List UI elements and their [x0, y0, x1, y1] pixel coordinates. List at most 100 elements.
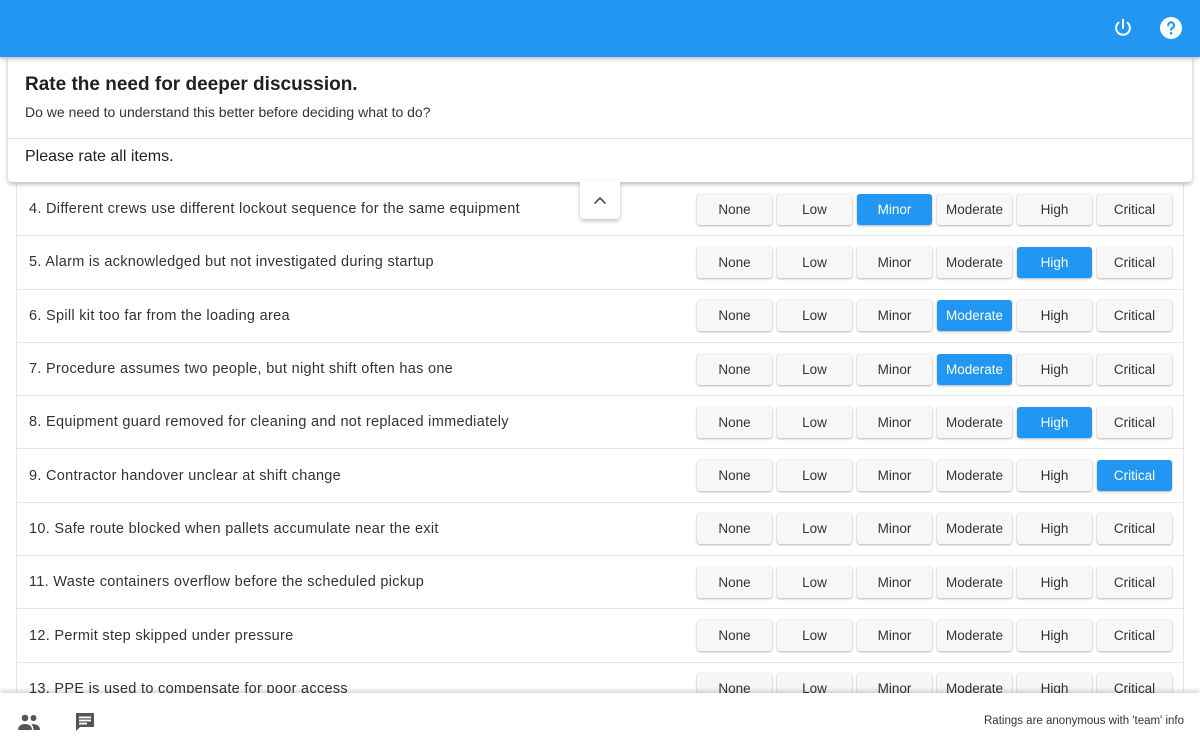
- list-item: 11. Waste containers overflow before the…: [16, 556, 1184, 610]
- rating-option-critical[interactable]: Critical: [1097, 566, 1172, 598]
- rating-option-high[interactable]: High: [1017, 300, 1092, 332]
- list-item: 6. Spill kit too far from the loading ar…: [16, 289, 1184, 343]
- rating-option-minor[interactable]: Minor: [857, 620, 932, 652]
- team-icon[interactable]: [16, 710, 42, 734]
- list-item: 7. Procedure assumes two people, but nig…: [16, 342, 1184, 397]
- rating-options: None Low Minor Moderate High Critical: [697, 300, 1172, 332]
- list-item: 12. Permit step skipped under pressure No…: [16, 609, 1184, 663]
- item-label: 11. Waste containers overflow before the…: [29, 574, 425, 591]
- rating-option-high[interactable]: High: [1017, 193, 1092, 225]
- rating-option-minor[interactable]: Minor: [857, 246, 932, 278]
- rating-option-low[interactable]: Low: [777, 300, 852, 332]
- rating-options: None Low Minor Moderate High Critical: [697, 566, 1172, 598]
- rating-option-low[interactable]: Low: [777, 460, 852, 492]
- rating-options: None Low Minor Moderate High Critical: [697, 406, 1172, 438]
- rating-option-low[interactable]: Low: [777, 566, 852, 598]
- divider: [8, 138, 1192, 139]
- app-bar: [0, 0, 1200, 57]
- rating-option-critical[interactable]: Critical: [1097, 246, 1172, 278]
- rating-list: 4. Different crews use different lockout…: [16, 183, 1184, 693]
- rating-option-moderate[interactable]: Moderate: [937, 246, 1012, 278]
- rating-option-moderate[interactable]: Moderate: [937, 193, 1012, 225]
- item-label: 10. Safe route blocked when pallets accu…: [29, 520, 439, 537]
- item-label: 5. Alarm is acknowledged but not investi…: [29, 254, 434, 271]
- anonymity-note: Ratings are anonymous with 'team' info: [984, 715, 1184, 727]
- rating-option-high[interactable]: High: [1017, 460, 1092, 492]
- rating-option-high[interactable]: High: [1017, 620, 1092, 652]
- rating-option-moderate[interactable]: Moderate: [937, 620, 1012, 652]
- rating-option-none[interactable]: None: [697, 246, 772, 278]
- rating-option-low[interactable]: Low: [777, 673, 852, 693]
- rating-option-minor[interactable]: Minor: [857, 513, 932, 545]
- rating-option-critical[interactable]: Critical: [1097, 460, 1172, 492]
- rating-option-moderate[interactable]: Moderate: [937, 673, 1012, 693]
- rating-options: None Low Minor Moderate High Critical: [697, 460, 1172, 492]
- rating-option-moderate[interactable]: Moderate: [937, 566, 1012, 598]
- chat-icon[interactable]: [72, 710, 98, 734]
- list-item: 8. Equipment guard removed for cleaning …: [16, 396, 1184, 450]
- rating-option-high[interactable]: High: [1017, 406, 1092, 438]
- list-item: 5. Alarm is acknowledged but not investi…: [16, 236, 1184, 290]
- item-label: 9. Contractor handover unclear at shift …: [29, 467, 342, 484]
- rating-option-critical[interactable]: Critical: [1097, 673, 1172, 693]
- rating-option-critical[interactable]: Critical: [1097, 406, 1172, 438]
- rating-option-high[interactable]: High: [1017, 353, 1092, 385]
- rating-option-minor[interactable]: Minor: [857, 673, 932, 693]
- rating-option-high[interactable]: High: [1017, 246, 1092, 278]
- rating-option-critical[interactable]: Critical: [1097, 300, 1172, 332]
- rating-options: None Low Minor Moderate High Critical: [697, 673, 1172, 693]
- page-subtitle: Do we need to understand this better bef…: [25, 104, 431, 120]
- rating-option-high[interactable]: High: [1017, 513, 1092, 545]
- list-item: 13. PPE is used to compensate for poor a…: [16, 662, 1184, 693]
- rating-option-minor[interactable]: Minor: [857, 460, 932, 492]
- instruction-card: Rate the need for deeper discussion. Do …: [8, 57, 1192, 182]
- rating-option-none[interactable]: None: [697, 673, 772, 693]
- rating-option-none[interactable]: None: [697, 406, 772, 438]
- rating-option-low[interactable]: Low: [777, 193, 852, 225]
- rating-option-none[interactable]: None: [697, 620, 772, 652]
- rating-options: None Low Minor Moderate High Critical: [697, 193, 1172, 225]
- rate-all-notice: Please rate all items.: [25, 148, 174, 165]
- list-item: 9. Contractor handover unclear at shift …: [16, 449, 1184, 503]
- rating-options: None Low Minor Moderate High Critical: [697, 353, 1172, 385]
- rating-option-minor[interactable]: Minor: [857, 406, 932, 438]
- rating-option-minor[interactable]: Minor: [857, 566, 932, 598]
- rating-option-critical[interactable]: Critical: [1097, 353, 1172, 385]
- rating-option-none[interactable]: None: [697, 566, 772, 598]
- item-label: 8. Equipment guard removed for cleaning …: [29, 414, 509, 431]
- rating-option-low[interactable]: Low: [777, 620, 852, 652]
- rating-option-low[interactable]: Low: [777, 246, 852, 278]
- chevron-up-icon: [593, 192, 607, 210]
- rating-options: None Low Minor Moderate High Critical: [697, 620, 1172, 652]
- item-label: 12. Permit step skipped under pressure: [29, 627, 294, 644]
- rating-option-none[interactable]: None: [697, 460, 772, 492]
- collapse-header-button[interactable]: [580, 182, 620, 219]
- rating-option-moderate[interactable]: Moderate: [937, 406, 1012, 438]
- rating-option-none[interactable]: None: [697, 353, 772, 385]
- rating-option-moderate[interactable]: Moderate: [937, 460, 1012, 492]
- rating-option-none[interactable]: None: [697, 193, 772, 225]
- help-icon[interactable]: [1157, 14, 1185, 42]
- rating-options: None Low Minor Moderate High Critical: [697, 513, 1172, 545]
- rating-option-none[interactable]: None: [697, 300, 772, 332]
- rating-option-none[interactable]: None: [697, 513, 772, 545]
- rating-option-critical[interactable]: Critical: [1097, 513, 1172, 545]
- rating-option-high[interactable]: High: [1017, 566, 1092, 598]
- rating-option-low[interactable]: Low: [777, 353, 852, 385]
- rating-option-moderate[interactable]: Moderate: [937, 353, 1012, 385]
- rating-option-low[interactable]: Low: [777, 513, 852, 545]
- rating-option-minor[interactable]: Minor: [857, 300, 932, 332]
- rating-option-minor[interactable]: Minor: [857, 353, 932, 385]
- list-item: 10. Safe route blocked when pallets accu…: [16, 502, 1184, 557]
- rating-option-minor[interactable]: Minor: [857, 193, 932, 225]
- rating-option-high[interactable]: High: [1017, 673, 1092, 693]
- rating-option-low[interactable]: Low: [777, 406, 852, 438]
- page-title: Rate the need for deeper discussion.: [25, 74, 358, 95]
- rating-options: None Low Minor Moderate High Critical: [697, 246, 1172, 278]
- rating-option-moderate[interactable]: Moderate: [937, 300, 1012, 332]
- rating-option-moderate[interactable]: Moderate: [937, 513, 1012, 545]
- power-icon[interactable]: [1109, 14, 1137, 42]
- rating-option-critical[interactable]: Critical: [1097, 620, 1172, 652]
- rating-option-critical[interactable]: Critical: [1097, 193, 1172, 225]
- item-label: 6. Spill kit too far from the loading ar…: [29, 307, 290, 324]
